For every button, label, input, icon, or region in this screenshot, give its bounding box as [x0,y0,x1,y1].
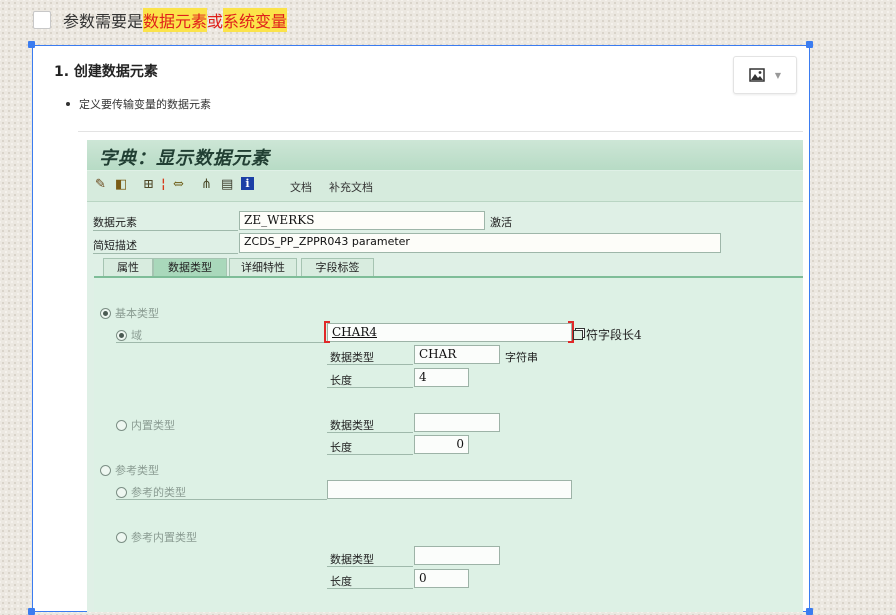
label-underline [116,342,327,343]
todo-checkbox[interactable] [33,11,51,29]
info-marker-icon[interactable]: ¦ [161,178,166,192]
data-type-label: 数据类型 [330,351,374,364]
ref-data-type-field[interactable] [414,546,500,565]
label-underline [93,253,238,254]
where-used-icon[interactable]: ⇔ [173,178,184,192]
sap-title: 字典：显示数据元素 [99,148,270,169]
data-element-field[interactable]: ZE_WERKS [239,211,485,230]
label-underline [327,364,413,365]
label-underline [327,588,413,589]
tab-data-type[interactable]: 数据类型 [153,258,227,276]
length-field: 4 [414,368,469,387]
resize-handle-top-left[interactable] [28,41,35,48]
hierarchy-icon[interactable]: ⊞ [143,178,154,192]
data-type-field: CHAR [414,345,500,364]
label-underline [327,454,413,455]
builtin-length-label: 长度 [330,441,352,454]
label-underline [93,230,238,231]
data-type-description: 字符串 [505,351,538,364]
ref-length-field[interactable]: 0 [414,569,469,588]
label-underline [327,387,413,388]
print-icon[interactable]: ▤ [221,178,233,192]
radio-dot [116,531,127,543]
domain-description-text: 符字段长4 [586,328,642,342]
short-desc-field[interactable]: ZCDS_PP_ZPPR043 parameter [239,233,721,253]
label-underline [327,566,413,567]
radio-reference-type[interactable]: 参考类型 [100,462,159,478]
length-label: 长度 [330,374,352,387]
section-heading: 1. 创建数据元素 [54,64,158,80]
radio-dot [116,419,127,431]
display-change-icon[interactable]: ◧ [115,178,127,192]
object-list-icon[interactable]: ⋔ [201,178,212,192]
chevron-down-icon: ▼ [774,70,782,80]
radio-elementary-type[interactable]: 基本类型 [100,305,159,321]
radio-referenced-type[interactable]: 参考的类型 [116,484,186,500]
builtin-data-type-field[interactable] [414,413,500,432]
todo-item: 参数需要是 数据元素 或 系统变量 [33,8,288,32]
resize-handle-top-right[interactable] [806,41,813,48]
domain-description: 符字段长4 [573,326,642,343]
sap-screenshot: 字典：显示数据元素 ✎ ◧ ⊞ ¦ ⇔ ⋔ ▤ i 文档 补充文档 数据元素 Z… [87,140,803,612]
pencil-glasses-icon[interactable]: ✎ [95,178,106,192]
tab-field-label[interactable]: 字段标签 [301,258,374,276]
bullet-item: 定义要传输变量的数据元素 [66,96,211,112]
data-element-label: 数据元素 [93,216,137,229]
radio-domain[interactable]: 域 [116,327,142,343]
image-icon [749,68,765,82]
toolbar-supp-doc-button[interactable]: 补充文档 [329,179,373,195]
image-options-button[interactable]: ▼ [733,56,797,94]
toolbar-doc-button[interactable]: 文档 [290,179,312,195]
radio-label: 域 [131,329,142,342]
label-underline [327,432,413,433]
radio-dot [116,486,127,498]
copy-icon [573,329,583,340]
info-icon[interactable]: i [241,177,254,190]
radio-builtin-type[interactable]: 内置类型 [116,417,175,433]
builtin-length-field[interactable]: 0 [414,435,469,454]
radio-ref-builtin-type[interactable]: 参考内置类型 [116,529,197,545]
status-text: 激活 [490,216,512,229]
sap-title-bar: 字典：显示数据元素 [87,140,803,170]
tab-attributes[interactable]: 属性 [103,258,153,276]
domain-field[interactable]: CHAR4 [327,323,572,342]
referenced-type-field[interactable] [327,480,572,499]
radio-dot [100,307,111,319]
radio-label: 参考类型 [115,464,159,477]
radio-label: 参考的类型 [131,486,186,499]
radio-dot [100,464,111,476]
radio-label: 内置类型 [131,419,175,432]
highlight-bracket-left [324,321,330,343]
bullet-dot [66,102,70,106]
short-desc-label: 简短描述 [93,239,137,252]
builtin-data-type-label: 数据类型 [330,419,374,432]
ref-length-label: 长度 [330,575,352,588]
bullet-text: 定义要传输变量的数据元素 [79,98,211,111]
label-underline [116,499,327,500]
radio-label: 基本类型 [115,307,159,320]
ref-data-type-label: 数据类型 [330,553,374,566]
todo-text-segment-4: 系统变量 [223,8,288,32]
radio-dot [116,329,127,341]
tab-further-characteristics[interactable]: 详细特性 [229,258,297,276]
radio-label: 参考内置类型 [131,531,197,544]
sap-toolbar: ✎ ◧ ⊞ ¦ ⇔ ⋔ ▤ i 文档 补充文档 [87,171,803,202]
todo-text-segment-2: 数据元素 [143,8,208,32]
divider [78,131,803,132]
todo-text-segment-3: 或 [207,12,224,31]
todo-text-segment-1: 参数需要是 [63,12,144,31]
todo-text: 参数需要是 数据元素 或 系统变量 [63,8,288,32]
